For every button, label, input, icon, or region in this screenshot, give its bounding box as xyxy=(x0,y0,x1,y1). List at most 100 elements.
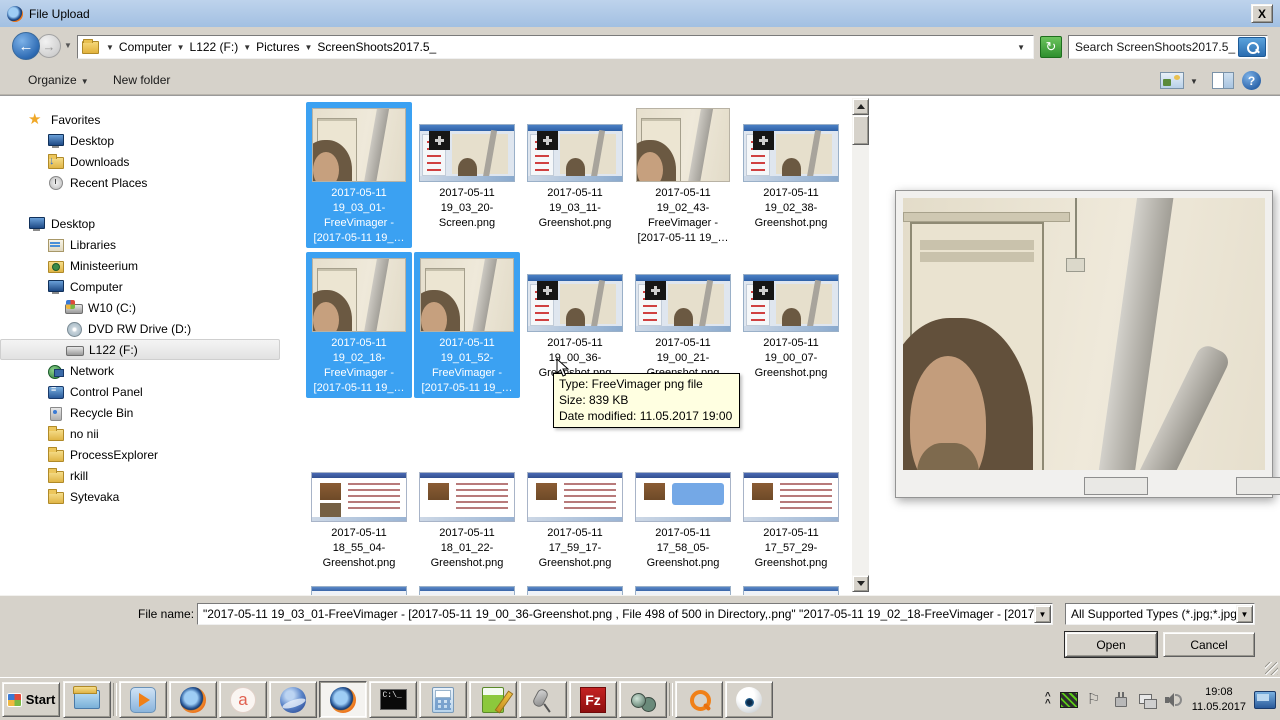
cancel-button[interactable]: Cancel xyxy=(1163,632,1255,657)
scroll-down-button[interactable] xyxy=(852,575,869,592)
views-icon[interactable] xyxy=(1160,72,1184,89)
sidebar-item-recent-places[interactable]: Recent Places xyxy=(0,172,296,193)
sidebar-item-favorites[interactable]: ★ Favorites xyxy=(0,109,296,130)
webcam-button[interactable] xyxy=(1236,477,1280,495)
hidden-icons-chevron[interactable]: ^ ^ xyxy=(1040,691,1056,708)
taskbar-button-command-prompt[interactable]: C:\_ xyxy=(369,681,417,718)
preview-pane-icon[interactable] xyxy=(1212,72,1234,89)
file-item[interactable]: 2017-05-11 19_03_20-Screen.png xyxy=(414,102,520,248)
taskbar-button-magnifier[interactable] xyxy=(675,681,723,718)
taskbar-button-calculator[interactable] xyxy=(419,681,467,718)
file-type-combobox[interactable]: All Supported Types (*.jpg;*.jpg ▼ xyxy=(1065,603,1255,625)
close-button[interactable]: X xyxy=(1251,4,1273,23)
sidebar-item-desktop-root[interactable]: Desktop xyxy=(0,213,296,234)
taskbar-button-firefox-active[interactable] xyxy=(319,681,367,718)
help-icon[interactable]: ? xyxy=(1242,71,1261,90)
show-desktop-button[interactable] xyxy=(1254,690,1276,709)
sidebar-item-downloads[interactable]: Downloads xyxy=(0,151,296,172)
greenshot-tray-icon[interactable] xyxy=(1059,691,1078,708)
file-item[interactable]: 2017-05-11 18_55_04-Greenshot.png xyxy=(306,442,412,569)
sidebar-item-dvd-d[interactable]: DVD RW Drive (D:) xyxy=(0,318,296,339)
file-item[interactable]: 2017-05-11 19_02_18-FreeVimager - [2017-… xyxy=(306,252,412,398)
action-center-flag-icon[interactable] xyxy=(1086,690,1104,708)
search-input[interactable]: Search ScreenShoots2017.5_ xyxy=(1069,40,1238,54)
file-item[interactable]: 2017-05-11 19_03_01-FreeVimager - [2017-… xyxy=(306,102,412,248)
taskbar-button-seamonkey[interactable] xyxy=(269,681,317,718)
nav-history-dropdown-icon[interactable]: ▼ xyxy=(64,41,72,50)
file-item[interactable]: 2017-05-11 19_02_43-FreeVimager - [2017-… xyxy=(630,102,736,248)
open-button[interactable]: Open xyxy=(1064,631,1158,658)
file-upload-dialog: File Upload X ← → ▼ ▼ Computer ▼ L122 (F… xyxy=(0,0,1280,677)
file-name-combobox[interactable]: "2017-05-11 19_03_01-FreeVimager - [2017… xyxy=(197,603,1053,625)
sidebar-item-rkill[interactable]: rkill xyxy=(0,465,296,486)
taskbar-button-explorer[interactable] xyxy=(63,681,111,718)
combo-dropdown-icon[interactable]: ▼ xyxy=(1236,605,1253,623)
search-icon[interactable] xyxy=(1238,37,1266,57)
chevron-down-icon[interactable]: ▼ xyxy=(101,43,119,52)
file-item[interactable]: 2017-05-11 19_03_11-Greenshot.png xyxy=(522,102,628,248)
sidebar-item-libraries[interactable]: Libraries xyxy=(0,234,296,255)
file-item[interactable]: 2017-05-11 19_01_52-FreeVimager - [2017-… xyxy=(414,252,520,398)
chevron-down-icon[interactable]: ▼ xyxy=(238,43,256,52)
breadcrumb-computer[interactable]: Computer xyxy=(119,40,172,54)
taskbar-button-binoculars[interactable] xyxy=(619,681,667,718)
combo-dropdown-icon[interactable]: ▼ xyxy=(1034,605,1051,623)
taskbar-button-firefox[interactable] xyxy=(169,681,217,718)
file-name-input[interactable]: "2017-05-11 19_03_01-FreeVimager - [2017… xyxy=(198,607,1034,621)
remove-hardware-icon[interactable] xyxy=(1112,691,1130,708)
breadcrumb-pictures[interactable]: Pictures xyxy=(256,40,299,54)
breadcrumb[interactable]: ▼ Computer ▼ L122 (F:) ▼ Pictures ▼ Scre… xyxy=(77,35,1034,59)
file-item[interactable]: 2017-05-11 17_57_29-Greenshot.png xyxy=(738,442,844,569)
taskbar-button-notepad-plus-plus[interactable] xyxy=(469,681,517,718)
file-item[interactable]: 2017-05-11 17_58_05-Greenshot.png xyxy=(630,442,736,569)
sidebar-item-processexplorer[interactable]: ProcessExplorer xyxy=(0,444,296,465)
sidebar-item-ministeerium[interactable]: Ministeerium xyxy=(0,255,296,276)
network-tray-icon[interactable] xyxy=(1138,692,1157,709)
firefox-icon xyxy=(7,5,23,22)
sidebar-item-w10-c[interactable]: W10 (C:) xyxy=(0,297,296,318)
chevron-down-icon[interactable]: ▼ xyxy=(172,43,190,52)
sidebar-item-control-panel[interactable]: Control Panel xyxy=(0,381,296,402)
sidebar-item-computer[interactable]: Computer xyxy=(0,276,296,297)
file-item[interactable]: 2017-05-11 18_01_22-Greenshot.png xyxy=(414,442,520,569)
scrollbar-thumb[interactable] xyxy=(852,115,869,145)
address-dropdown-icon[interactable]: ▼ xyxy=(1017,43,1031,52)
taskbar-clock[interactable]: 19:08 11.05.2017 xyxy=(1192,685,1246,715)
webcam-button[interactable] xyxy=(1084,477,1148,495)
volume-icon[interactable] xyxy=(1164,692,1182,708)
views-dropdown-icon[interactable]: ▼ xyxy=(1190,77,1198,86)
microphone-icon xyxy=(530,687,556,713)
organize-menu[interactable]: Organize ▼ xyxy=(28,73,89,87)
file-item[interactable]: 2017-05-11 17_59_17-Greenshot.png xyxy=(522,442,628,569)
file-name-label: 2017-05-11 19_03_11-Greenshot.png xyxy=(538,187,612,229)
forward-button[interactable]: → xyxy=(37,34,61,58)
resize-grip[interactable] xyxy=(1265,662,1278,675)
new-folder-button[interactable]: New folder xyxy=(113,73,170,87)
chevron-down-icon[interactable]: ▼ xyxy=(300,43,318,52)
webcam-preview-window[interactable] xyxy=(895,190,1280,498)
webcam-photo-thumbnail xyxy=(420,258,514,332)
start-button[interactable]: Start xyxy=(2,682,60,717)
sidebar-item-recycle-bin[interactable]: Recycle Bin xyxy=(0,402,296,423)
search-box[interactable]: Search ScreenShoots2017.5_ xyxy=(1068,35,1268,59)
taskbar-button-media-player[interactable] xyxy=(119,681,167,718)
scroll-up-button[interactable] xyxy=(852,98,869,115)
download-folder-icon xyxy=(47,154,64,169)
sidebar-item-sytevaka[interactable]: Sytevaka xyxy=(0,486,296,507)
taskbar-button-filezilla[interactable]: Fz xyxy=(569,681,617,718)
up-arrow-icon xyxy=(856,104,865,109)
taskbar-button-sound-recorder[interactable] xyxy=(519,681,567,718)
taskbar-button-red-a-app[interactable]: a xyxy=(219,681,267,718)
file-item[interactable]: 2017-05-11 19_02_38-Greenshot.png xyxy=(738,102,844,248)
sidebar-item-network[interactable]: Network xyxy=(0,360,296,381)
breadcrumb-screenshoots[interactable]: ScreenShoots2017.5_ xyxy=(317,40,436,54)
taskbar-button-webcam-app[interactable] xyxy=(725,681,773,718)
vertical-scrollbar[interactable] xyxy=(852,98,869,592)
sidebar-item-no-nii[interactable]: no nii xyxy=(0,423,296,444)
refresh-button[interactable]: ↻ xyxy=(1040,36,1062,58)
sidebar-item-l122-f[interactable]: L122 (F:) xyxy=(0,339,280,360)
breadcrumb-drive[interactable]: L122 (F:) xyxy=(190,40,239,54)
sidebar-item-desktop[interactable]: Desktop xyxy=(0,130,296,151)
back-button[interactable]: ← xyxy=(12,32,40,60)
file-item[interactable]: 2017-05-11 19_00_07-Greenshot.png xyxy=(738,252,844,398)
